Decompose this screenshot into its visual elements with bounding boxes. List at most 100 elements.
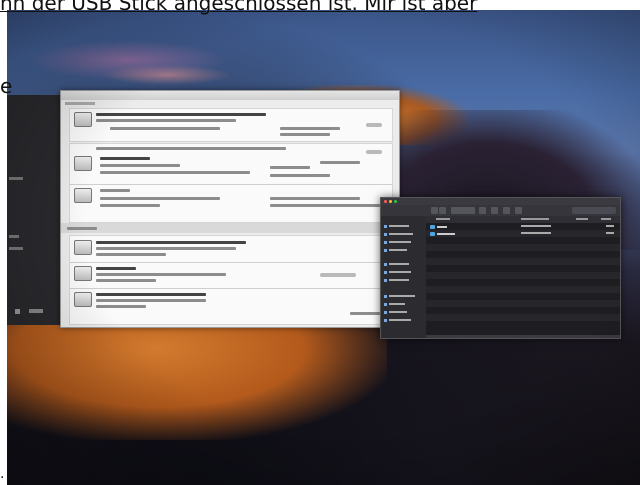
sidebar-icon xyxy=(384,262,387,266)
disk-title-line xyxy=(96,267,136,270)
disk-detail-line xyxy=(270,166,310,169)
disk-detail-line xyxy=(100,204,160,207)
sidebar-item[interactable] xyxy=(9,247,23,250)
sidebar-item[interactable] xyxy=(9,235,19,238)
sidebar-item[interactable] xyxy=(384,248,407,252)
disk-detail-line xyxy=(270,174,330,177)
sidebar-item[interactable] xyxy=(384,232,413,236)
disk-card[interactable] xyxy=(69,108,393,142)
finder-sidebar xyxy=(381,216,426,338)
table-row xyxy=(426,251,620,258)
sidebar-item[interactable] xyxy=(384,318,411,322)
horizontal-scrollbar[interactable] xyxy=(426,335,620,338)
disk-card[interactable] xyxy=(69,235,393,325)
disk-card[interactable] xyxy=(69,143,393,223)
sidebar-item[interactable] xyxy=(384,278,409,282)
disk-icon xyxy=(74,266,92,281)
disk-detail-line xyxy=(280,127,340,130)
forward-button[interactable] xyxy=(439,207,446,214)
sidebar-icon xyxy=(384,232,387,236)
disk-detail-line xyxy=(270,197,360,200)
disk-detail-line xyxy=(280,133,330,136)
column-header-size[interactable] xyxy=(576,218,588,220)
disk-detail-line xyxy=(100,197,220,200)
action-button[interactable] xyxy=(366,150,382,154)
sidebar-icon xyxy=(384,270,387,274)
minimize-traffic-light-icon[interactable] xyxy=(389,200,392,203)
disk-title-line xyxy=(96,293,206,296)
sidebar-icon xyxy=(384,294,387,298)
sidebar-button[interactable] xyxy=(29,309,43,313)
sidebar-item[interactable] xyxy=(384,294,415,298)
action-button[interactable] xyxy=(366,123,382,127)
kind-cell xyxy=(606,225,614,227)
section-label xyxy=(67,227,97,230)
table-row xyxy=(426,272,620,279)
disk-icon xyxy=(74,240,92,255)
caption-text-left: e xyxy=(0,74,13,98)
disk-sidebar xyxy=(7,95,60,325)
folder-icon xyxy=(430,225,435,229)
sidebar-item[interactable] xyxy=(384,310,407,314)
table-row xyxy=(426,300,620,307)
table-row[interactable] xyxy=(426,230,620,237)
action-button[interactable] xyxy=(320,273,356,277)
sidebar-icon xyxy=(384,302,387,306)
cloud-decoration xyxy=(102,65,232,85)
sidebar-item[interactable] xyxy=(384,224,409,228)
date-cell xyxy=(521,232,551,234)
sidebar-item[interactable] xyxy=(384,302,405,306)
table-row xyxy=(426,286,620,293)
table-row xyxy=(426,258,620,265)
disk-detail-line xyxy=(320,161,360,164)
table-row xyxy=(426,237,620,244)
sidebar-icon xyxy=(384,240,387,244)
search-input[interactable] xyxy=(572,207,616,214)
disk-detail-line xyxy=(100,164,180,167)
table-row[interactable] xyxy=(426,223,620,230)
table-row xyxy=(426,293,620,300)
disk-icon xyxy=(74,156,92,171)
tag-button[interactable] xyxy=(515,207,522,214)
date-cell xyxy=(521,225,551,227)
window-titlebar xyxy=(61,91,399,100)
finder-toolbar xyxy=(381,205,620,216)
column-header-name[interactable] xyxy=(436,218,450,220)
sidebar-item[interactable] xyxy=(384,270,411,274)
sidebar-item[interactable] xyxy=(384,262,409,266)
column-header-kind[interactable] xyxy=(601,218,611,220)
share-button[interactable] xyxy=(503,207,510,214)
sidebar-item[interactable] xyxy=(9,177,23,180)
column-header-date[interactable] xyxy=(521,218,549,220)
disk-detail-line xyxy=(100,157,150,160)
disk-icon xyxy=(74,292,92,307)
sidebar-item[interactable] xyxy=(384,240,411,244)
disk-title-line xyxy=(96,113,266,116)
disk-detail-line xyxy=(350,312,380,315)
kind-cell xyxy=(606,232,614,234)
card-divider xyxy=(70,288,392,289)
action-button[interactable] xyxy=(491,207,498,214)
table-row xyxy=(426,265,620,272)
disk-detail-line xyxy=(100,171,250,174)
back-button[interactable] xyxy=(431,207,438,214)
view-mode-button[interactable] xyxy=(451,207,475,214)
disk-utility-window xyxy=(60,90,400,328)
disk-detail-line xyxy=(270,204,380,207)
disk-detail-line xyxy=(96,253,166,256)
disk-detail-line xyxy=(96,273,226,276)
disk-detail-line xyxy=(96,279,156,282)
table-row xyxy=(426,314,620,321)
disk-detail-line xyxy=(96,119,236,122)
disk-title-line xyxy=(96,241,246,244)
close-traffic-light-icon[interactable] xyxy=(384,200,387,203)
share-icon[interactable] xyxy=(15,309,20,314)
list-header xyxy=(426,216,620,223)
sidebar-icon xyxy=(384,248,387,252)
disk-title-line xyxy=(96,147,286,150)
table-row xyxy=(426,279,620,286)
table-row xyxy=(426,307,620,314)
disk-detail-line xyxy=(96,299,206,302)
zoom-traffic-light-icon[interactable] xyxy=(394,200,397,203)
group-button[interactable] xyxy=(479,207,486,214)
